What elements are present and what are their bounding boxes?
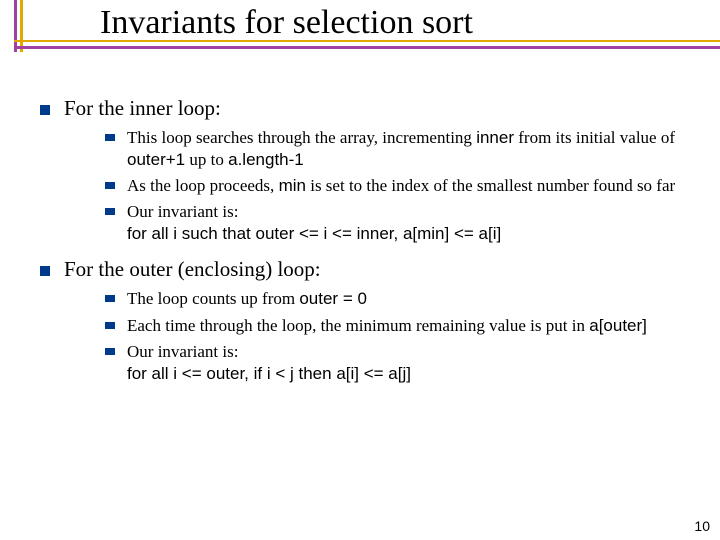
square-bullet-icon xyxy=(105,182,115,189)
bullet-lvl2: The loop counts up from outer = 0 xyxy=(105,288,690,310)
bullet-text: For the outer (enclosing) loop: xyxy=(64,257,690,282)
bullet-text: As the loop proceeds, min is set to the … xyxy=(127,175,690,197)
square-bullet-icon xyxy=(105,134,115,141)
bullet-lvl2: As the loop proceeds, min is set to the … xyxy=(105,175,690,197)
invariant-code: for all i such that outer <= i <= inner,… xyxy=(127,224,501,243)
square-bullet-icon xyxy=(105,208,115,215)
bullet-lvl2: This loop searches through the array, in… xyxy=(105,127,690,171)
bullet-lvl2: Each time through the loop, the minimum … xyxy=(105,315,690,337)
bullet-lvl1: For the outer (enclosing) loop: xyxy=(40,257,690,282)
bullet-text: Our invariant is: for all i <= outer, if… xyxy=(127,341,690,385)
bullet-text: For the inner loop: xyxy=(64,96,690,121)
slide-accent-decoration xyxy=(14,0,46,52)
square-bullet-icon xyxy=(40,105,50,115)
square-bullet-icon xyxy=(105,322,115,329)
bullet-lvl1: For the inner loop: xyxy=(40,96,690,121)
bullet-lvl2: Our invariant is: for all i such that ou… xyxy=(105,201,690,245)
square-bullet-icon xyxy=(105,295,115,302)
bullet-text: Our invariant is: for all i such that ou… xyxy=(127,201,690,245)
square-bullet-icon xyxy=(40,266,50,276)
bullet-lvl2: Our invariant is: for all i <= outer, if… xyxy=(105,341,690,385)
bullet-text: This loop searches through the array, in… xyxy=(127,127,690,171)
square-bullet-icon xyxy=(105,348,115,355)
bullet-text: The loop counts up from outer = 0 xyxy=(127,288,690,310)
invariant-code: for all i <= outer, if i < j then a[i] <… xyxy=(127,364,411,383)
bullet-text: Each time through the loop, the minimum … xyxy=(127,315,690,337)
slide-body: For the inner loop: This loop searches t… xyxy=(40,90,690,389)
slide-title: Invariants for selection sort xyxy=(100,4,473,42)
page-number: 10 xyxy=(694,518,710,534)
